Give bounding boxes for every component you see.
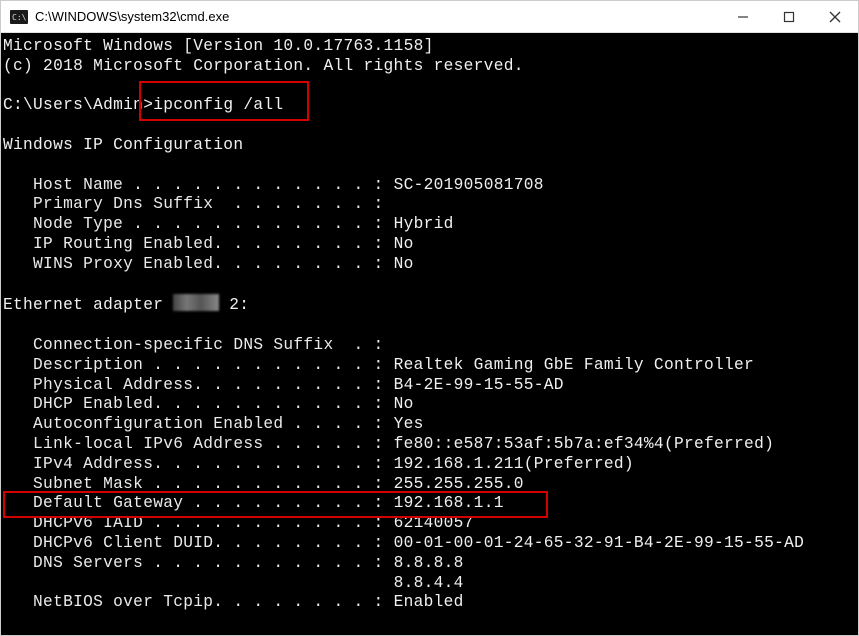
- maximize-button[interactable]: [766, 1, 812, 32]
- ipv4-label: IPv4 Address. . . . . . . . . . . :: [3, 455, 394, 473]
- iaid-label: DHCPv6 IAID . . . . . . . . . . . :: [3, 514, 394, 532]
- window-title: C:\WINDOWS\system32\cmd.exe: [35, 9, 229, 24]
- iprouting-value: No: [394, 235, 414, 253]
- duid-value: 00-01-00-01-24-65-32-91-B4-2E-99-15-55-A…: [394, 534, 805, 552]
- netbios-label: NetBIOS over Tcpip. . . . . . . . :: [3, 593, 394, 611]
- gateway-value: 192.168.1.1: [394, 494, 504, 512]
- autoconf-label: Autoconfiguration Enabled . . . . :: [3, 415, 394, 433]
- line-copyright: (c) 2018 Microsoft Corporation. All righ…: [3, 57, 524, 75]
- gateway-label: Default Gateway . . . . . . . . . :: [3, 494, 394, 512]
- console-area[interactable]: Microsoft Windows [Version 10.0.17763.11…: [1, 33, 858, 635]
- cmd-window: C:\ C:\WINDOWS\system32\cmd.exe Microsof…: [0, 0, 859, 636]
- dhcp-value: No: [394, 395, 414, 413]
- winsproxy-value: No: [394, 255, 414, 273]
- line-version: Microsoft Windows [Version 10.0.17763.11…: [3, 37, 434, 55]
- nodetype-value: Hybrid: [394, 215, 454, 233]
- desc-value: Realtek Gaming GbE Family Controller: [394, 356, 755, 374]
- dns-indent: [3, 574, 394, 592]
- desc-label: Description . . . . . . . . . . . :: [3, 356, 394, 374]
- close-button[interactable]: [812, 1, 858, 32]
- prompt-path: C:\Users\Admin>: [3, 96, 153, 114]
- phys-value: B4-2E-99-15-55-AD: [394, 376, 564, 394]
- redacted-adapter-name: [173, 294, 219, 311]
- subnet-label: Subnet Mask . . . . . . . . . . . :: [3, 475, 394, 493]
- window-buttons: [720, 1, 858, 32]
- netbios-value: Enabled: [394, 593, 464, 611]
- autoconf-value: Yes: [394, 415, 424, 433]
- winsproxy-label: WINS Proxy Enabled. . . . . . . . :: [3, 255, 394, 273]
- section-adapter-pre: Ethernet adapter: [3, 296, 173, 314]
- dns-label: DNS Servers . . . . . . . . . . . :: [3, 554, 394, 572]
- iprouting-label: IP Routing Enabled. . . . . . . . :: [3, 235, 394, 253]
- subnet-value: 255.255.255.0: [394, 475, 524, 493]
- dns-value1: 8.8.8.8: [394, 554, 464, 572]
- primarydns-label: Primary Dns Suffix . . . . . . . :: [3, 195, 384, 213]
- llv6-value: fe80::e587:53af:5b7a:ef34%4(Preferred): [394, 435, 775, 453]
- dns-value2: 8.8.4.4: [394, 574, 464, 592]
- duid-label: DHCPv6 Client DUID. . . . . . . . :: [3, 534, 394, 552]
- llv6-label: Link-local IPv6 Address . . . . . :: [3, 435, 394, 453]
- titlebar[interactable]: C:\ C:\WINDOWS\system32\cmd.exe: [1, 1, 858, 33]
- svg-text:C:\: C:\: [12, 13, 27, 22]
- iaid-value: 62140057: [394, 514, 474, 532]
- nodetype-label: Node Type . . . . . . . . . . . . :: [3, 215, 394, 233]
- cmd-icon: C:\: [9, 9, 29, 25]
- ipv4-value: 192.168.1.211(Preferred): [394, 455, 634, 473]
- dhcp-label: DHCP Enabled. . . . . . . . . . . :: [3, 395, 394, 413]
- section-wincfg: Windows IP Configuration: [3, 136, 243, 154]
- connspec-label: Connection-specific DNS Suffix . :: [3, 336, 384, 354]
- hostname-value: SC-201905081708: [394, 176, 544, 194]
- minimize-button[interactable]: [720, 1, 766, 32]
- prompt-command: ipconfig /all: [153, 96, 283, 114]
- section-adapter-post: 2:: [219, 296, 249, 314]
- phys-label: Physical Address. . . . . . . . . :: [3, 376, 394, 394]
- hostname-label: Host Name . . . . . . . . . . . . :: [3, 176, 394, 194]
